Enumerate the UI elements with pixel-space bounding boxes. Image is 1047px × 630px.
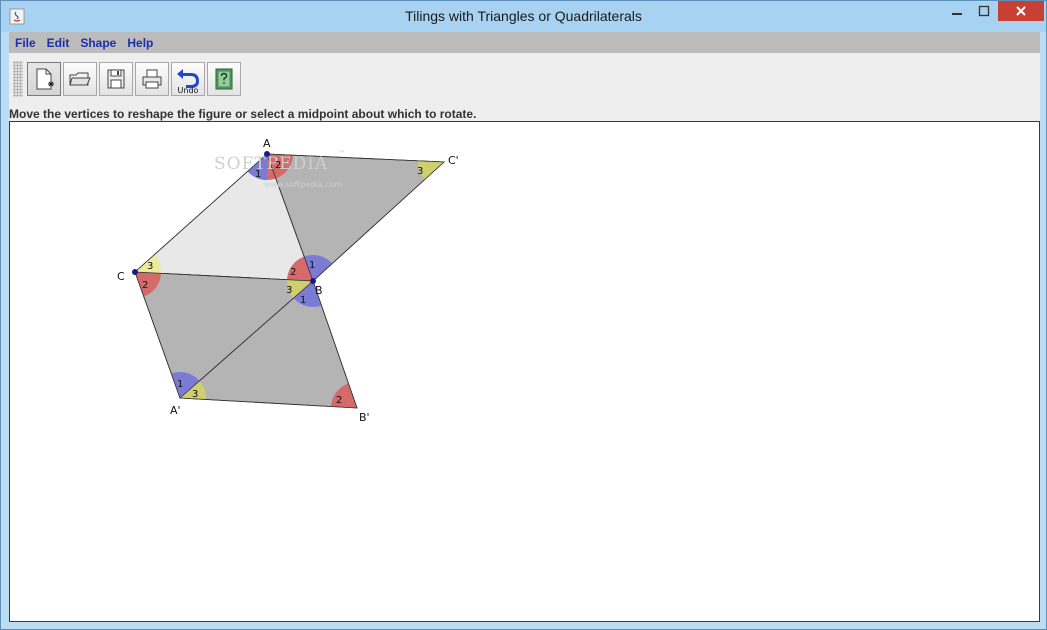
watermark-tm: ™: [338, 149, 346, 158]
vertex-label-b: B: [315, 284, 323, 297]
undo-label: Undo: [178, 86, 199, 94]
open-button[interactable]: [63, 62, 97, 96]
help-button[interactable]: [207, 62, 241, 96]
undo-button[interactable]: Undo: [171, 62, 205, 96]
menu-file[interactable]: File: [15, 36, 36, 50]
minimize-button[interactable]: [944, 1, 970, 21]
maximize-button[interactable]: [971, 1, 997, 21]
vertex-label-a-prime: A': [170, 404, 181, 417]
watermark-url: www.softpedia.com: [264, 180, 342, 189]
minimize-icon: [952, 13, 962, 15]
angle-label-a-2: 2: [275, 160, 281, 171]
angle-label-a-1: 1: [255, 169, 261, 180]
save-disk-icon: [107, 69, 125, 89]
new-button[interactable]: [27, 62, 61, 96]
save-button[interactable]: [99, 62, 133, 96]
window-title: Tilings with Triangles or Quadrilaterals: [405, 8, 642, 24]
close-button[interactable]: [998, 1, 1044, 21]
printer-icon: [142, 69, 162, 89]
vertex-handle-c[interactable]: [132, 269, 138, 275]
tiling-figure[interactable]: SOFTPEDIA ™ www.softpedia.com 1 2 3 3 2 …: [10, 122, 1039, 621]
angle-label-c-3: 3: [147, 261, 153, 272]
vertex-label-c-prime: C': [448, 154, 459, 167]
angle-label-c-2: 2: [142, 280, 148, 291]
angle-label-b-3: 3: [286, 285, 292, 296]
new-document-icon: [36, 68, 54, 90]
menu-shape[interactable]: Shape: [80, 36, 116, 50]
angle-label-b-2: 2: [290, 267, 296, 278]
close-icon: [1016, 6, 1026, 16]
menu-help[interactable]: Help: [127, 36, 153, 50]
vertex-label-a: A: [263, 137, 271, 150]
angle-label-a-prime-3: 3: [192, 389, 198, 400]
toolbar-area: Undo Move the vertices to reshape the fi…: [9, 53, 1040, 121]
undo-arrow-icon: Undo: [177, 69, 199, 94]
open-folder-icon: [69, 72, 91, 86]
menu-bar: File Edit Shape Help: [9, 32, 1040, 53]
toolbar-grip[interactable]: [13, 61, 23, 97]
vertex-label-c: C: [117, 270, 125, 283]
app-window: Tilings with Triangles or Quadrilaterals…: [0, 0, 1047, 630]
angle-label-a-prime-1: 1: [177, 379, 183, 390]
maximize-icon: [978, 5, 990, 17]
angle-label-b-prime-2: 2: [336, 395, 342, 406]
toolbar: Undo: [13, 59, 243, 99]
instruction-text: Move the vertices to reshape the figure …: [9, 107, 477, 121]
menu-edit[interactable]: Edit: [47, 36, 70, 50]
drawing-canvas[interactable]: SOFTPEDIA ™ www.softpedia.com 1 2 3 3 2 …: [9, 121, 1040, 622]
angle-label-b-1-lower: 1: [300, 295, 306, 306]
help-book-icon: [215, 68, 233, 90]
angle-label-b-1-upper: 1: [309, 260, 315, 271]
vertex-label-b-prime: B': [359, 411, 370, 424]
watermark-text: SOFTPEDIA: [214, 154, 328, 174]
title-bar[interactable]: Tilings with Triangles or Quadrilaterals: [1, 1, 1046, 32]
angle-label-c-prime-3: 3: [417, 166, 423, 177]
vertex-handle-a[interactable]: [264, 151, 270, 157]
print-button[interactable]: [135, 62, 169, 96]
